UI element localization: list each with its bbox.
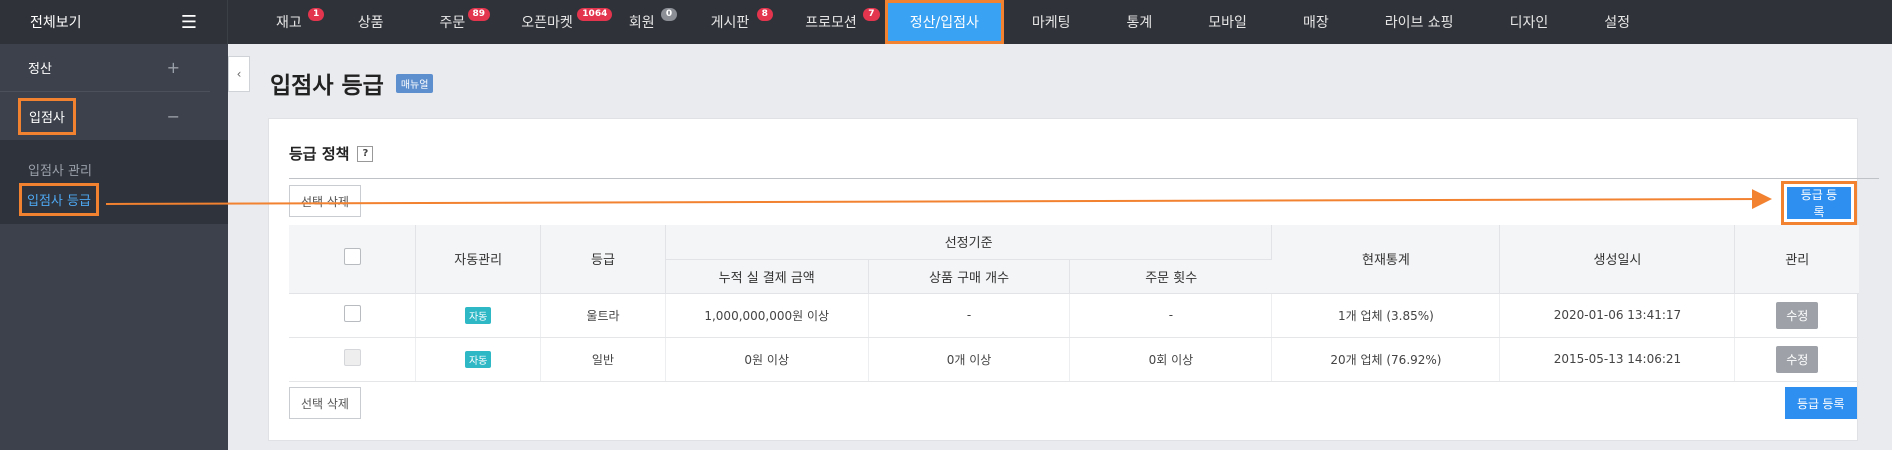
- cell-grade: 울트라: [540, 293, 666, 338]
- plus-icon[interactable]: +: [167, 58, 180, 77]
- grade-policy-panel: 등급 정책 ? 선택 삭제 등급 등록 자동관리 등급 선정기준 현재통계 생성…: [268, 118, 1879, 441]
- nav-item-statistics[interactable]: 통계: [1099, 0, 1181, 44]
- header-auto: 자동관리: [415, 225, 542, 294]
- header-criteria: 선정기준: [665, 225, 1273, 260]
- grade-table: 자동관리 등급 선정기준 현재통계 생성일시 관리 누적 실 결제 금액 상품 …: [289, 225, 1859, 382]
- header-purchase: 상품 구매 개수: [868, 259, 1071, 294]
- header-manage: 관리: [1734, 225, 1859, 294]
- header-amount: 누적 실 결제 금액: [665, 259, 869, 294]
- sidebar-group-label: 입점사: [18, 97, 76, 135]
- register-grade-button-top[interactable]: 등급 등록: [1787, 187, 1851, 219]
- cell-stats: 1개 업체 (3.85%): [1271, 293, 1501, 338]
- header-checkbox-cell: [289, 225, 417, 294]
- nav-item-orders[interactable]: 주문 89: [412, 0, 494, 44]
- nav-badge: 0: [660, 8, 678, 21]
- page-title: 입점사 등급: [270, 73, 384, 99]
- delete-selected-button-bottom[interactable]: 선택 삭제: [289, 387, 361, 419]
- nav-item-marketing[interactable]: 마케팅: [1004, 0, 1099, 44]
- register-grade-button-bottom[interactable]: 등급 등록: [1785, 387, 1857, 419]
- nav-item-settlement-vendor[interactable]: 정산/입점사: [884, 0, 1004, 44]
- sidebar-collapse-button[interactable]: ‹: [228, 56, 250, 92]
- auto-badge: 자동: [464, 306, 492, 324]
- top-navigation-bar: 전체보기 ☰ 재고 1 상품 주문 89 오픈마켓 1064 회원 0 게시판 8 프로모…: [0, 0, 1892, 44]
- table-row: 자동 일반 0원 이상 0개 이상 0회 이상 20개 업체 (76.92%) …: [289, 337, 1859, 382]
- nav-badge: 1: [308, 8, 325, 21]
- nav-item-members[interactable]: 회원 0: [601, 0, 683, 44]
- delete-selected-button-top[interactable]: 선택 삭제: [289, 185, 361, 217]
- select-all-checkbox[interactable]: [343, 248, 361, 266]
- cell-amount: 0원 이상: [665, 337, 869, 382]
- sidebar-group-vendor[interactable]: 입점사 −: [0, 92, 210, 140]
- page-title-area: 입점사 등급 매뉴얼: [270, 66, 434, 100]
- row-checkbox: [343, 349, 361, 366]
- cell-purchase: 0개 이상: [868, 337, 1071, 382]
- edit-button[interactable]: 수정: [1776, 345, 1819, 373]
- nav-item-mobile[interactable]: 모바일: [1180, 0, 1275, 44]
- header-stats: 현재통계: [1271, 225, 1501, 294]
- nav-item-settings[interactable]: 설정: [1576, 0, 1658, 44]
- nav-badge: 89: [467, 8, 491, 21]
- sidebar: 정산 + 입점사 − 입점사 관리 입점사 등급: [0, 44, 228, 450]
- hamburger-icon[interactable]: ☰: [181, 12, 197, 33]
- cell-created: 2020-01-06 13:41:17: [1499, 293, 1736, 338]
- sidebar-group-settlement[interactable]: 정산 +: [0, 44, 210, 92]
- edit-button[interactable]: 수정: [1776, 301, 1819, 329]
- manual-badge[interactable]: 매뉴얼: [395, 73, 434, 93]
- cell-orders: -: [1069, 293, 1273, 338]
- nav-item-inventory[interactable]: 재고 1: [248, 0, 330, 44]
- cell-grade: 일반: [540, 337, 666, 382]
- sidebar-item-vendor-grade[interactable]: 입점사 등급: [19, 182, 228, 216]
- nav-item-products[interactable]: 상품: [330, 0, 412, 44]
- help-icon[interactable]: ?: [357, 145, 374, 162]
- row-checkbox[interactable]: [343, 305, 361, 322]
- header-grade: 등급: [540, 225, 666, 294]
- sidebar-submenu: 입점사 관리 입점사 등급: [0, 140, 228, 224]
- minus-icon[interactable]: −: [167, 107, 180, 126]
- cell-purchase: -: [868, 293, 1071, 338]
- cell-orders: 0회 이상: [1069, 337, 1273, 382]
- cell-created: 2015-05-13 14:06:21: [1499, 337, 1736, 382]
- all-view-label: 전체보기: [30, 15, 82, 31]
- sidebar-item-vendor-manage[interactable]: 입점사 관리: [28, 154, 228, 184]
- panel-title: 등급 정책 ?: [289, 143, 374, 164]
- header-orders: 주문 횟수: [1069, 259, 1272, 294]
- nav-item-promotion[interactable]: 프로모션 7: [777, 0, 885, 44]
- cell-amount: 1,000,000,000원 이상: [665, 293, 869, 338]
- nav-item-store[interactable]: 매장: [1275, 0, 1357, 44]
- auto-badge: 자동: [464, 350, 492, 368]
- header-created: 생성일시: [1499, 225, 1736, 294]
- chevron-left-icon: ‹: [236, 67, 242, 81]
- nav-item-board[interactable]: 게시판 8: [683, 0, 778, 44]
- nav-item-open-market[interactable]: 오픈마켓 1064: [493, 0, 613, 44]
- all-view-menu[interactable]: 전체보기 ☰: [0, 0, 228, 44]
- cell-stats: 20개 업체 (76.92%): [1271, 337, 1501, 382]
- nav-badge: 8: [756, 8, 773, 21]
- divider: [289, 178, 1879, 179]
- nav-item-live-shopping[interactable]: 라이브 쇼핑: [1357, 0, 1482, 44]
- nav-badge: 7: [863, 8, 880, 21]
- sidebar-group-label: 정산: [28, 62, 52, 77]
- main-nav: 재고 1 상품 주문 89 오픈마켓 1064 회원 0 게시판 8 프로모션 7 정산/입…: [228, 0, 1658, 44]
- table-row: 자동 울트라 1,000,000,000원 이상 - - 1개 업체 (3.85…: [289, 293, 1859, 338]
- nav-item-design[interactable]: 디자인: [1482, 0, 1577, 44]
- register-highlight: 등급 등록: [1781, 181, 1857, 225]
